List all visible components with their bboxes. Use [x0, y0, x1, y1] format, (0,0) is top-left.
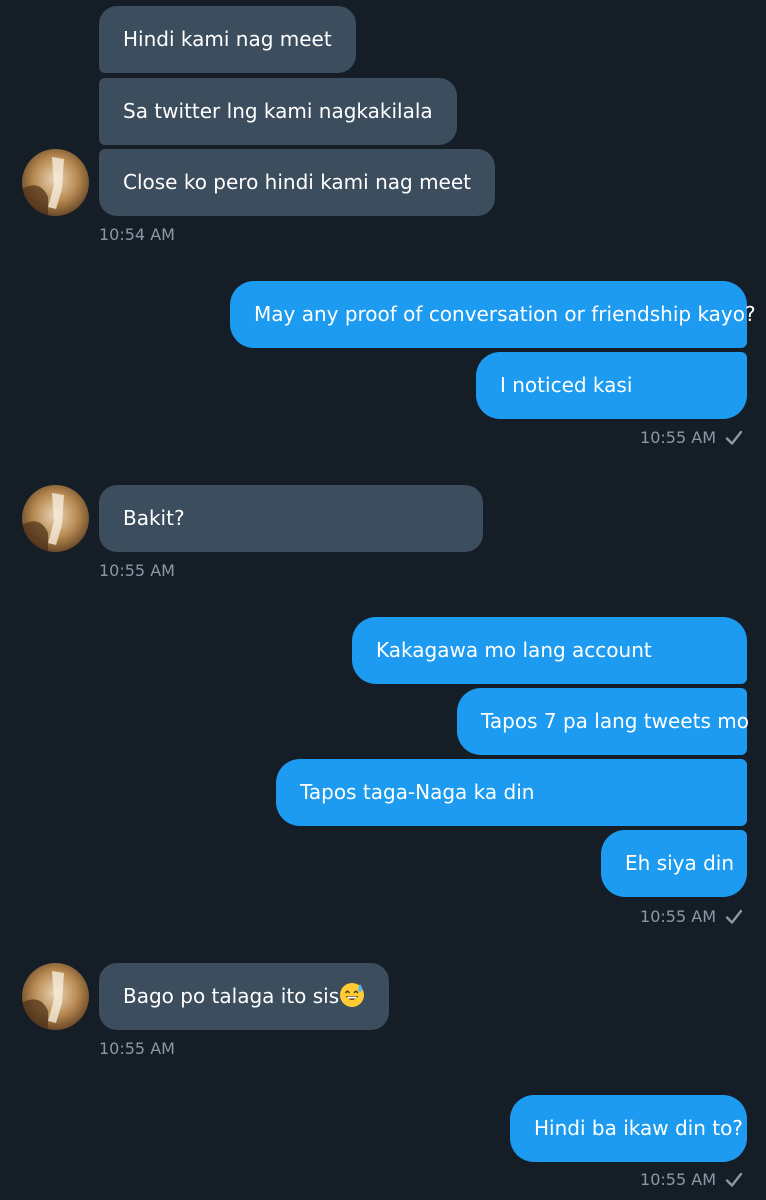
timestamp: 10:55 AM	[99, 1039, 175, 1058]
message-text: Hindi ba ikaw din to?	[534, 1116, 743, 1140]
incoming-message[interactable]: Hindi kami nag meet	[99, 6, 356, 73]
message-text: Hindi kami nag meet	[123, 27, 332, 51]
timestamp: 10:55 AM	[640, 428, 716, 447]
checkmark-icon	[725, 1172, 743, 1187]
message-text: I noticed kasi	[500, 373, 633, 397]
timestamp: 10:55 AM	[640, 907, 716, 926]
avatar-image	[22, 963, 89, 1030]
incoming-message[interactable]: Sa twitter lng kami nagkakilala	[99, 78, 457, 145]
avatar[interactable]	[22, 149, 89, 216]
timestamp: 10:55 AM	[99, 561, 175, 580]
outgoing-message[interactable]: Tapos 7 pa lang tweets mo	[457, 688, 749, 755]
message-text: Bakit?	[123, 506, 185, 530]
message-text: Kakagawa mo lang account	[376, 638, 652, 662]
timestamp-row: 10:55 AM	[640, 1168, 744, 1192]
outgoing-message[interactable]: Tapos taga-Naga ka din	[276, 759, 747, 826]
message-text: Bago po talaga ito sis	[123, 984, 340, 1008]
avatar-image	[22, 485, 89, 552]
incoming-message[interactable]: Close ko pero hindi kami nag meet	[99, 149, 495, 216]
timestamp-row: 10:55 AM	[640, 905, 744, 929]
timestamp: 10:54 AM	[99, 225, 175, 244]
message-text: Sa twitter lng kami nagkakilala	[123, 99, 433, 123]
avatar[interactable]	[22, 485, 89, 552]
avatar[interactable]	[22, 963, 89, 1030]
message-text: Tapos taga-Naga ka din	[300, 780, 535, 804]
outgoing-message[interactable]: I noticed kasi	[476, 352, 747, 419]
outgoing-message[interactable]: Eh siya din	[601, 830, 747, 897]
outgoing-message[interactable]: Hindi ba ikaw din to?	[510, 1095, 747, 1162]
timestamp-row: 10:55 AM	[640, 426, 744, 450]
checkmark-icon	[725, 430, 743, 445]
message-text: Eh siya din	[625, 851, 735, 875]
incoming-message[interactable]: Bakit?	[99, 485, 483, 552]
message-text: May any proof of conversation or friends…	[254, 302, 756, 326]
message-text: Close ko pero hindi kami nag meet	[123, 170, 471, 194]
incoming-message[interactable]: Bago po talaga ito sis	[99, 963, 390, 1030]
grinning-face-with-sweat-emoji	[340, 983, 365, 1007]
avatar-image	[22, 149, 89, 216]
outgoing-message[interactable]: Kakagawa mo lang account	[352, 617, 747, 684]
message-text: Tapos 7 pa lang tweets mo	[481, 709, 749, 733]
outgoing-message[interactable]: May any proof of conversation or friends…	[230, 281, 756, 348]
checkmark-icon	[725, 909, 743, 924]
timestamp: 10:55 AM	[640, 1170, 716, 1189]
